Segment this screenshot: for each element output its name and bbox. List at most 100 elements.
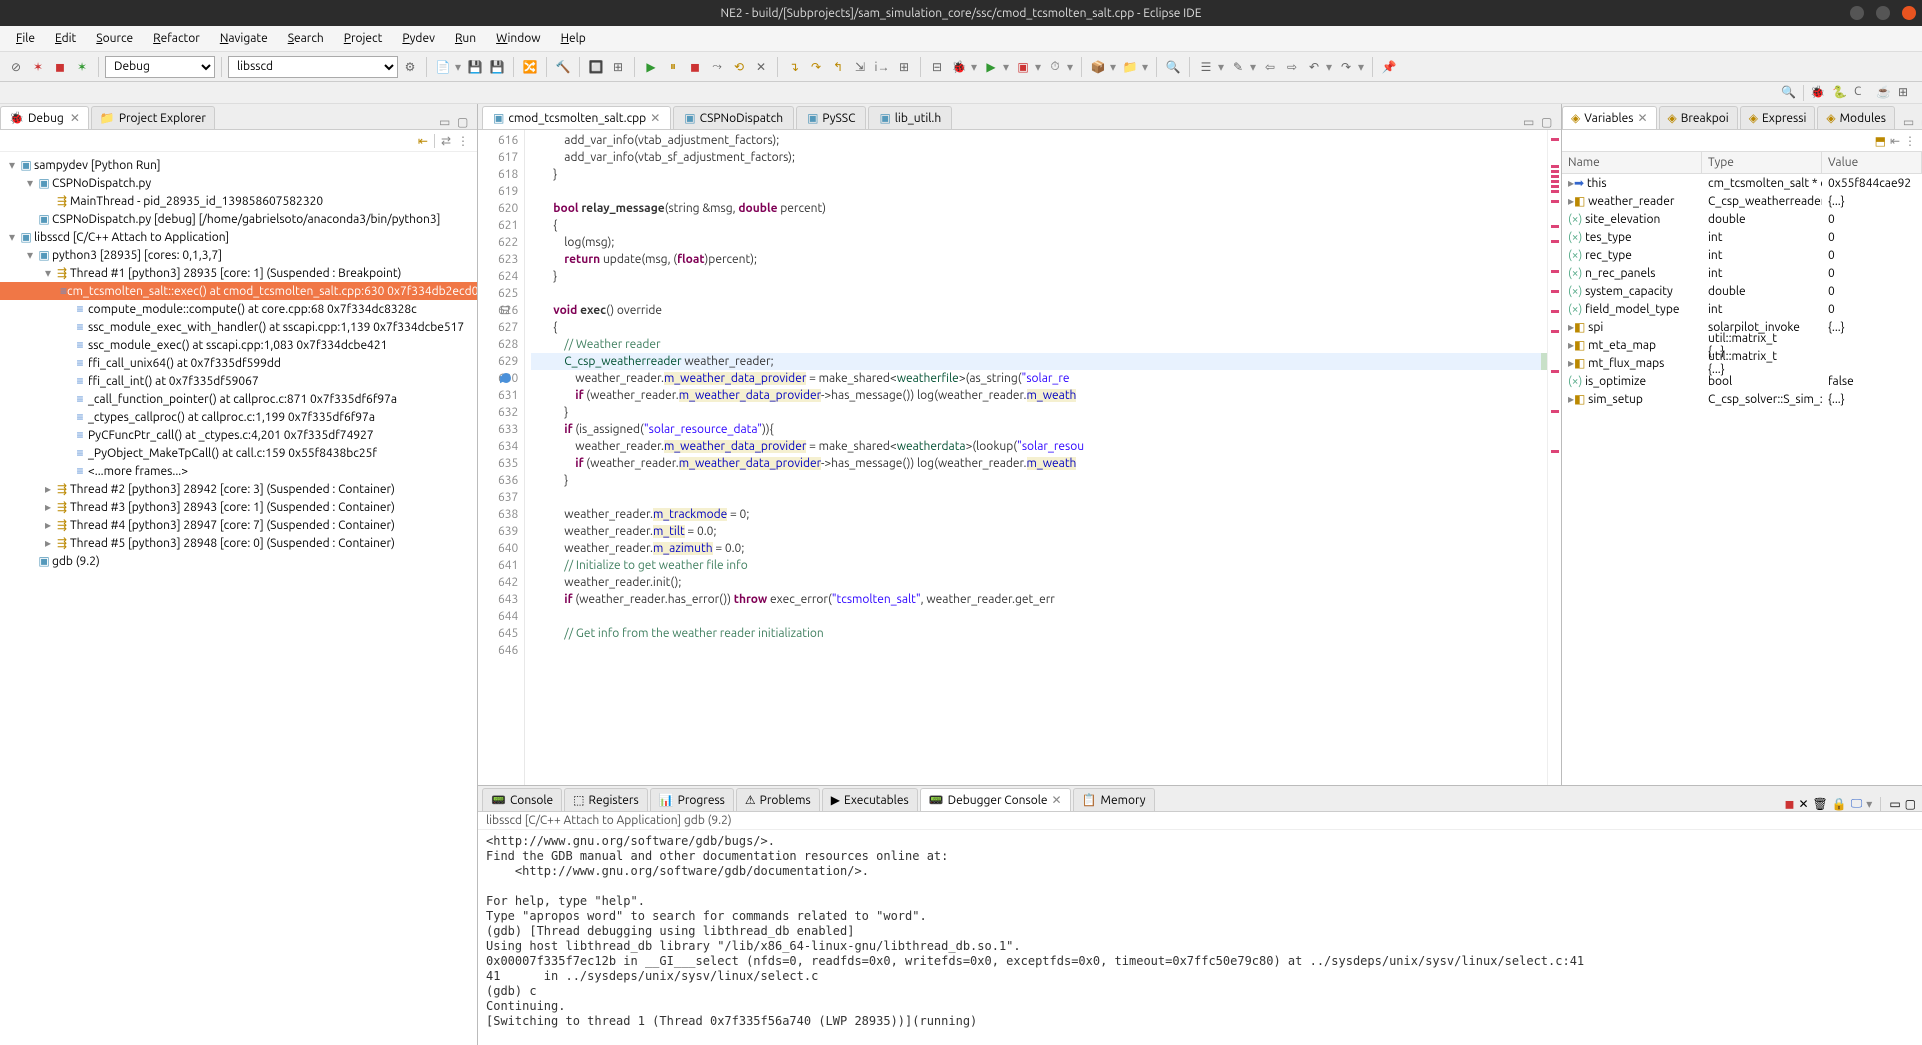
tree-row[interactable]: ssc_module_exec() at sscapi.cpp:1,083 0x…: [0, 336, 477, 354]
profile-icon[interactable]: ⏱: [1045, 57, 1065, 77]
column-value[interactable]: Value: [1822, 152, 1922, 173]
minimize-icon[interactable]: ▭: [1903, 115, 1917, 129]
tab-breakpoi[interactable]: ◈Breakpoi: [1659, 106, 1738, 129]
variable-row[interactable]: (×) tes_typeint0: [1562, 228, 1922, 246]
terminate-icon[interactable]: ◼: [1784, 797, 1794, 811]
save-icon[interactable]: ◼: [50, 57, 70, 77]
maximize-icon[interactable]: ▢: [457, 115, 471, 129]
debugger-console-output[interactable]: <http://www.gnu.org/software/gdb/bugs/>.…: [478, 830, 1922, 1045]
instruction-step-icon[interactable]: i→: [872, 57, 892, 77]
perspective-java-icon[interactable]: ☕: [1876, 85, 1892, 101]
tab-expressi[interactable]: ◈Expressi: [1740, 106, 1816, 129]
tab-variables[interactable]: ◈Variables ✕: [1562, 106, 1657, 129]
tab-console[interactable]: 📟Console: [482, 788, 562, 811]
variable-row[interactable]: (×) is_optimizeboolfalse: [1562, 372, 1922, 390]
tab-debug[interactable]: 🐞Debug ✕: [0, 106, 89, 129]
next-edit-icon[interactable]: ↷: [1336, 57, 1356, 77]
disconnect-icon[interactable]: ⤳: [707, 57, 727, 77]
window-minimize-button[interactable]: [1850, 6, 1864, 20]
view-menu-icon[interactable]: ⋮: [457, 134, 469, 148]
column-type[interactable]: Type: [1702, 152, 1822, 173]
switch-icon[interactable]: 🔀: [520, 57, 540, 77]
tree-row[interactable]: ▸⇶Thread #4 [python3] 28947 [core: 7] (S…: [0, 516, 477, 534]
save-icon[interactable]: 💾: [487, 57, 507, 77]
remove-icon[interactable]: ✕: [1798, 797, 1808, 811]
menu-source[interactable]: Source: [88, 29, 141, 48]
open-perspective-icon[interactable]: ⊞: [1898, 85, 1914, 101]
code-editor[interactable]: 616617618619620621622623624625626⊟627628…: [478, 130, 1561, 785]
variable-row[interactable]: (×) site_elevationdouble0: [1562, 210, 1922, 228]
tree-row[interactable]: _PyObject_MakeTpCall() at call.c:159 0x5…: [0, 444, 477, 462]
variable-row[interactable]: ▸➡ thiscm_tcsmolten_salt * c0x55f844cae9…: [1562, 174, 1922, 192]
tree-row[interactable]: ffi_call_int() at 0x7f335df59067: [0, 372, 477, 390]
tree-row[interactable]: ssc_module_exec_with_handler() at sscapi…: [0, 318, 477, 336]
variables-table[interactable]: Name Type Value ▸➡ thiscm_tcsmolten_salt…: [1562, 152, 1922, 785]
tree-row[interactable]: _call_function_pointer() at callproc.c:8…: [0, 390, 477, 408]
tree-row[interactable]: ▣gdb (9.2): [0, 552, 477, 570]
tree-row[interactable]: ffi_call_unix64() at 0x7f335df599dd: [0, 354, 477, 372]
tree-row[interactable]: ▾⇶Thread #1 [python3] 28935 [core: 1] (S…: [0, 264, 477, 282]
maximize-icon[interactable]: ▢: [1541, 115, 1555, 129]
search-icon[interactable]: 🔍: [1781, 85, 1797, 101]
pin-icon[interactable]: 📌: [1379, 57, 1399, 77]
tree-row[interactable]: ▾▣python3 [28935] [cores: 0,1,3,7]: [0, 246, 477, 264]
step-into-icon[interactable]: ↴: [784, 57, 804, 77]
debug-tree[interactable]: ▾▣sampydev [Python Run]▾▣CSPNoDispatch.p…: [0, 152, 477, 1045]
build-icon[interactable]: ✶: [72, 57, 92, 77]
menu-run[interactable]: Run: [447, 29, 484, 48]
tab-progress[interactable]: 📊Progress: [650, 788, 734, 811]
collapse-all-icon[interactable]: ⇤: [418, 134, 428, 148]
edit-icon[interactable]: ✎: [1228, 57, 1248, 77]
debug-icon[interactable]: 🐞: [949, 57, 969, 77]
restart-icon[interactable]: ⟲: [729, 57, 749, 77]
minimize-icon[interactable]: ⊟: [927, 57, 947, 77]
tab-registers[interactable]: ⬚Registers: [564, 788, 648, 811]
tree-row[interactable]: _ctypes_callproc() at callproc.c:1,199 0…: [0, 408, 477, 426]
tab-problems[interactable]: ⚠Problems: [736, 788, 820, 811]
launch-config-dropdown[interactable]: Debug: [105, 56, 215, 78]
tab-memory[interactable]: 📋Memory: [1073, 788, 1155, 811]
tab-modules[interactable]: ◈Modules: [1817, 106, 1895, 129]
perspective-python-icon[interactable]: 🐍: [1832, 85, 1848, 101]
close-icon[interactable]: ✕: [650, 111, 660, 125]
perspective-debug-icon[interactable]: 🐞: [1810, 85, 1826, 101]
terminate-icon[interactable]: ◼: [685, 57, 705, 77]
step-over-icon[interactable]: ↷: [806, 57, 826, 77]
variable-row[interactable]: (×) rec_typeint0: [1562, 246, 1922, 264]
perspective-cpp-icon[interactable]: C: [1854, 85, 1870, 101]
minimize-icon[interactable]: ▭: [439, 115, 453, 129]
forward-icon[interactable]: ⇨: [1282, 57, 1302, 77]
view-menu-icon[interactable]: ⋮: [1904, 134, 1916, 148]
search-icon[interactable]: 🔍: [1163, 57, 1183, 77]
variable-row[interactable]: (×) field_model_typeint0: [1562, 300, 1922, 318]
scroll-lock-icon[interactable]: 🔒: [1832, 797, 1847, 811]
tree-row[interactable]: ▸⇶Thread #3 [python3] 28943 [core: 1] (S…: [0, 498, 477, 516]
tree-row[interactable]: ▸⇶Thread #5 [python3] 28948 [core: 0] (S…: [0, 534, 477, 552]
display-icon[interactable]: 🖵: [1851, 797, 1863, 811]
show-type-icon[interactable]: ⬒: [1875, 134, 1886, 148]
link-editor-icon[interactable]: ⇄: [441, 134, 451, 148]
clear-icon[interactable]: 🗑: [1813, 797, 1828, 811]
remove-terminated-icon[interactable]: ✕: [751, 57, 771, 77]
toggle-icon[interactable]: 🔲: [586, 57, 606, 77]
tree-row[interactable]: ▾▣libsscd [C/C++ Attach to Application]: [0, 228, 477, 246]
editor-tab[interactable]: ▣PySSC: [796, 106, 866, 129]
column-name[interactable]: Name: [1562, 152, 1702, 173]
menu-search[interactable]: Search: [280, 29, 332, 48]
tree-row[interactable]: compute_module::compute() at core.cpp:68…: [0, 300, 477, 318]
menu-refactor[interactable]: Refactor: [145, 29, 208, 48]
new-class-icon[interactable]: 📦: [1088, 57, 1108, 77]
menu-help[interactable]: Help: [553, 29, 594, 48]
editor-tab[interactable]: ▣lib_util.h: [868, 106, 952, 129]
tree-row[interactable]: ⇶MainThread - pid_28935_id_1398586075823…: [0, 192, 477, 210]
variable-row[interactable]: ▸◧ sim_setupC_csp_solver::S_sim_:{...}: [1562, 390, 1922, 408]
close-icon[interactable]: ✕: [1637, 111, 1647, 125]
save-all-icon[interactable]: 💾: [465, 57, 485, 77]
last-edit-icon[interactable]: ↶: [1304, 57, 1324, 77]
drop-to-frame-icon[interactable]: ⇲: [850, 57, 870, 77]
close-icon[interactable]: ✕: [70, 111, 80, 125]
back-icon[interactable]: ⇦: [1260, 57, 1280, 77]
collapse-icon[interactable]: ⇤: [1890, 134, 1900, 148]
step-return-icon[interactable]: ↰: [828, 57, 848, 77]
tree-row[interactable]: cm_tcsmolten_salt::exec() at cmod_tcsmol…: [0, 282, 477, 300]
